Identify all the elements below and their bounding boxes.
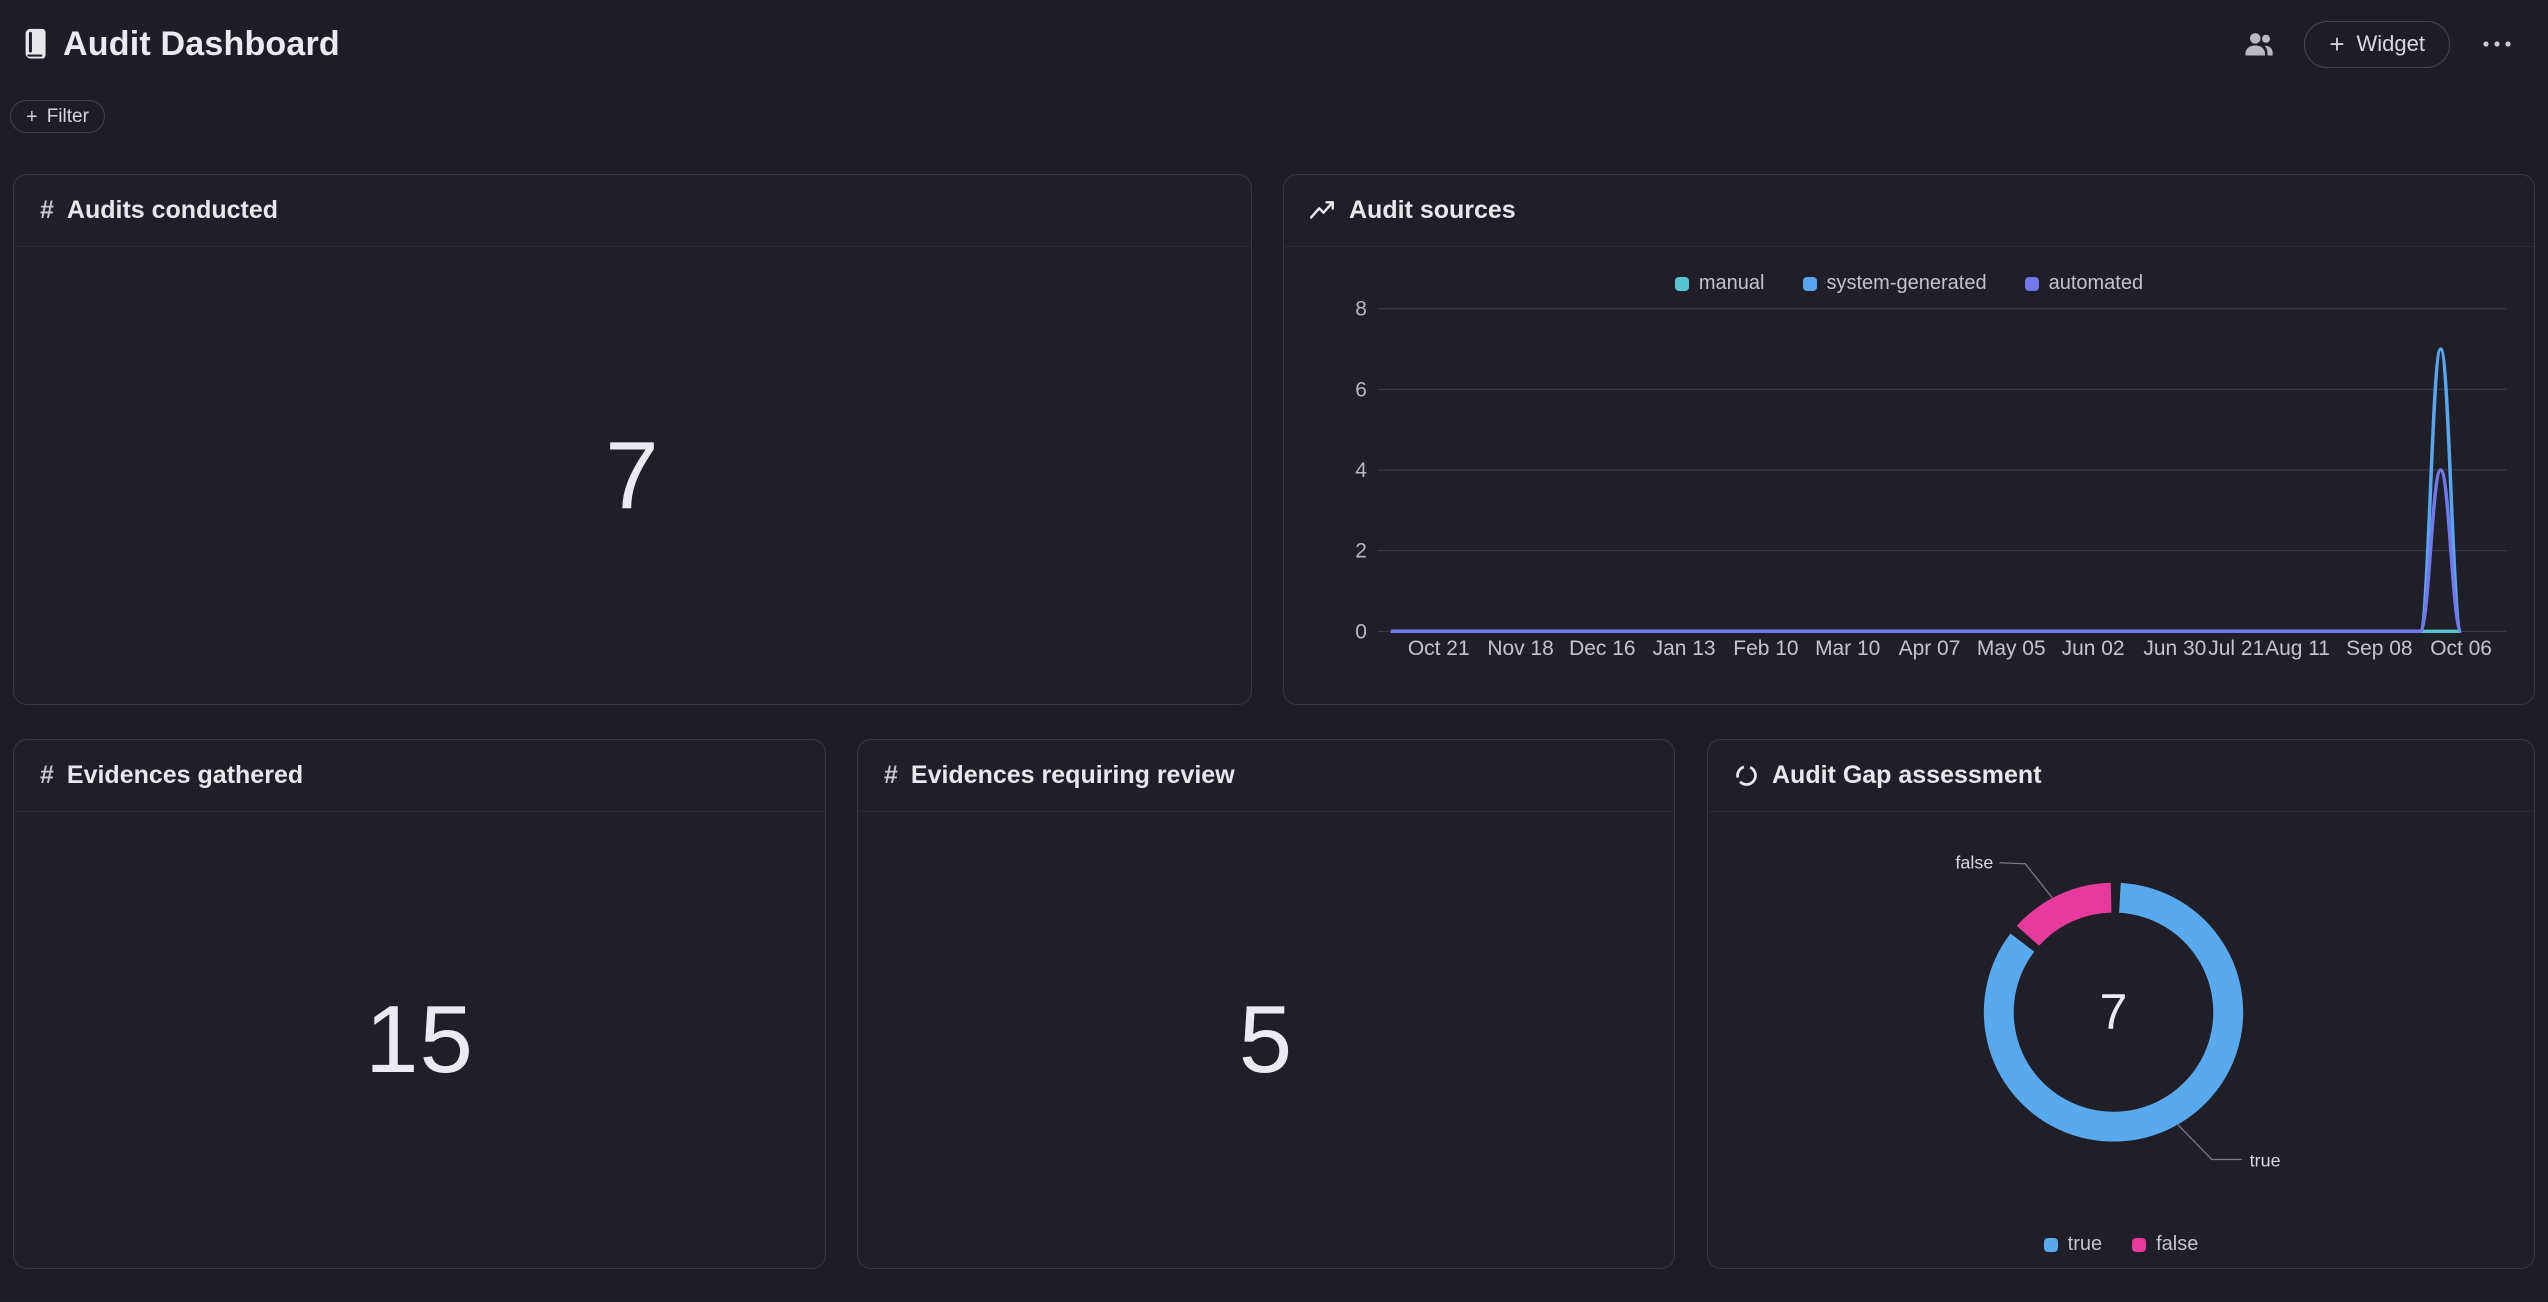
widget-title: Audits conducted (67, 196, 278, 225)
x-axis-tick-label: Nov 18 (1487, 637, 1553, 660)
line-chart: 0 2 4 6 8 Oct 21 Nov 18 Dec 16 Jan 13 Feb 10 Mar 1… (1284, 247, 2534, 704)
stat-value: 7 (605, 421, 659, 531)
x-axis-tick-label: Jun 30 (2143, 637, 2206, 660)
legend-swatch (2132, 1238, 2146, 1252)
y-axis-tick-label: 6 (1355, 378, 1367, 401)
widget-header: Audit Gap assessment (1708, 740, 2534, 812)
stat-value: 15 (365, 985, 474, 1095)
users-icon[interactable] (2240, 27, 2278, 61)
widget-header: # Evidences gathered (14, 740, 825, 812)
widget-title: Audit sources (1349, 196, 1516, 225)
legend-label: false (2156, 1233, 2198, 1256)
legend-item-system-generated[interactable]: system-generated (1803, 272, 1987, 295)
legend-item-true[interactable]: true (2044, 1233, 2102, 1256)
widget-audits-conducted: # Audits conducted 7 (13, 174, 1252, 705)
y-axis-tick-label: 0 (1355, 620, 1367, 643)
donut-label-line (2178, 1125, 2242, 1160)
legend-item-automated[interactable]: automated (2025, 272, 2144, 295)
page-title-group: Audit Dashboard (16, 25, 340, 64)
x-axis-tick-label: May 05 (1977, 637, 2046, 660)
donut-chart: 7 true false (1708, 812, 2534, 1268)
plus-icon: + (26, 107, 38, 127)
add-widget-button[interactable]: + Widget (2304, 21, 2450, 68)
donut-slice-label: false (1955, 853, 1993, 873)
x-axis-tick-label: Aug 11 (2265, 637, 2330, 660)
topbar-actions: + Widget (2240, 21, 2518, 68)
x-axis-tick-label: Oct 21 (1408, 637, 1470, 660)
series-line-system-generated (1391, 349, 2461, 631)
plus-icon: + (2329, 31, 2344, 57)
widget-body: 15 (14, 812, 825, 1268)
widget-body: 7 (14, 247, 1251, 704)
ellipsis-icon (2480, 39, 2514, 49)
widget-title: Evidences requiring review (911, 761, 1235, 790)
widget-title: Audit Gap assessment (1772, 761, 2042, 790)
donut-label-line (1999, 863, 2052, 898)
line-chart-area: manual system-generated automated 0 2 4 6 8 Oct… (1284, 247, 2534, 704)
x-axis-tick-label: Oct 06 (2430, 637, 2492, 660)
x-axis-tick-label: Sep 08 (2346, 637, 2412, 660)
legend-swatch (2044, 1238, 2058, 1252)
hash-icon: # (40, 196, 54, 225)
more-menu-button[interactable] (2476, 35, 2518, 53)
donut-slice-label: true (2250, 1150, 2281, 1170)
top-bar: Audit Dashboard + Widget (0, 0, 2548, 88)
line-chart-legend: manual system-generated automated (1284, 272, 2534, 295)
widget-title: Evidences gathered (67, 761, 303, 790)
y-axis-tick-label: 4 (1355, 459, 1367, 482)
donut-slice-false (2028, 898, 2111, 936)
legend-label: manual (1699, 272, 1765, 295)
x-axis-tick-label: Jul 21 (2208, 637, 2264, 660)
widget-header: # Audits conducted (14, 175, 1251, 247)
x-axis-tick-label: Dec 16 (1569, 637, 1635, 660)
legend-label: true (2068, 1233, 2102, 1256)
book-icon (16, 27, 49, 61)
hash-icon: # (884, 761, 898, 790)
legend-swatch (2025, 277, 2039, 291)
add-widget-label: Widget (2357, 31, 2425, 57)
widget-audit-gap-assessment: Audit Gap assessment 7 true false true fals… (1707, 739, 2535, 1269)
hash-icon: # (40, 761, 54, 790)
widget-header: # Evidences requiring review (858, 740, 1674, 812)
x-axis-tick-label: Jan 13 (1653, 637, 1716, 660)
page-title: Audit Dashboard (63, 25, 340, 64)
widget-body: 5 (858, 812, 1674, 1268)
widget-evidences-gathered: # Evidences gathered 15 (13, 739, 826, 1269)
legend-label: system-generated (1827, 272, 1987, 295)
legend-item-manual[interactable]: manual (1675, 272, 1765, 295)
donut-chart-area: 7 true false true false (1708, 812, 2534, 1268)
stat-value: 5 (1239, 985, 1293, 1095)
filter-row: + Filter (0, 88, 2548, 133)
legend-swatch (1803, 277, 1817, 291)
filter-button-label: Filter (47, 106, 89, 128)
x-axis-tick-label: Jun 02 (2062, 637, 2125, 660)
widget-audit-sources: Audit sources manual system-generated auto… (1283, 174, 2535, 705)
y-axis-tick-label: 2 (1355, 540, 1367, 563)
donut-center-value: 7 (2100, 984, 2128, 1040)
legend-item-false[interactable]: false (2132, 1233, 2198, 1256)
donut-chart-legend: true false (1708, 1233, 2534, 1256)
widget-evidences-requiring-review: # Evidences requiring review 5 (857, 739, 1675, 1269)
x-axis-tick-label: Apr 07 (1899, 637, 1961, 660)
y-axis-tick-label: 8 (1355, 298, 1367, 321)
widget-header: Audit sources (1284, 175, 2534, 247)
x-axis-tick-label: Feb 10 (1733, 637, 1798, 660)
legend-label: automated (2049, 272, 2144, 295)
donut-ring-icon (1734, 763, 1759, 788)
filter-button[interactable]: + Filter (10, 100, 105, 133)
trending-up-icon (1310, 199, 1336, 223)
x-axis-tick-label: Mar 10 (1815, 637, 1880, 660)
legend-swatch (1675, 277, 1689, 291)
